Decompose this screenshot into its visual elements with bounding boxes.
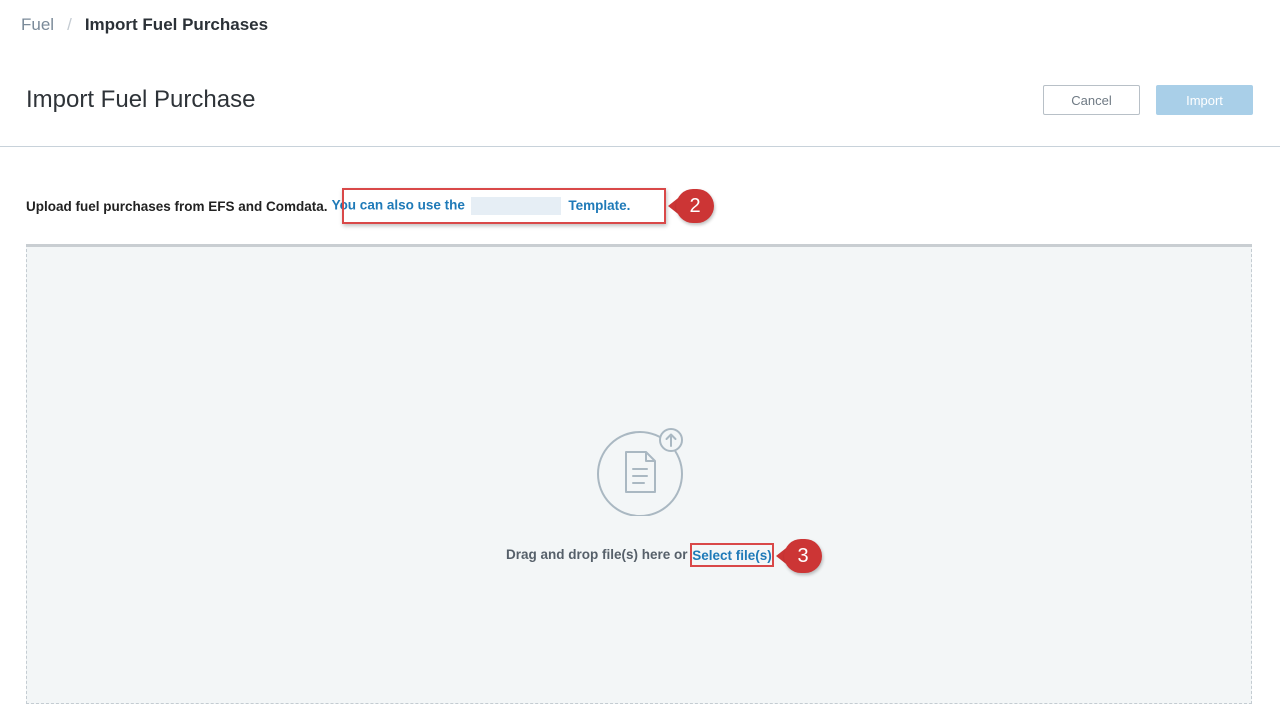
page-title: Import Fuel Purchase <box>26 86 256 113</box>
breadcrumb-fuel-link[interactable]: Fuel <box>21 15 54 35</box>
dropzone-text: Drag and drop file(s) here or <box>506 547 688 562</box>
cancel-button[interactable]: Cancel <box>1043 85 1140 115</box>
breadcrumb: Fuel / Import Fuel Purchases <box>21 15 268 35</box>
import-button[interactable]: Import <box>1156 85 1253 115</box>
annotation-highlight-2 <box>342 188 666 224</box>
breadcrumb-current: Import Fuel Purchases <box>84 15 269 34</box>
breadcrumb-separator: / <box>67 15 72 34</box>
callout-number: 2 <box>676 189 714 223</box>
callout-number: 3 <box>784 539 822 573</box>
annotation-callout-2: 2 <box>668 189 718 223</box>
file-upload-icon <box>597 428 683 516</box>
select-files-link[interactable]: Select file(s) <box>690 543 774 567</box>
instructions-text: Upload fuel purchases from EFS and Comda… <box>26 198 328 214</box>
header-divider <box>0 146 1280 147</box>
annotation-callout-3: 3 <box>776 539 826 573</box>
